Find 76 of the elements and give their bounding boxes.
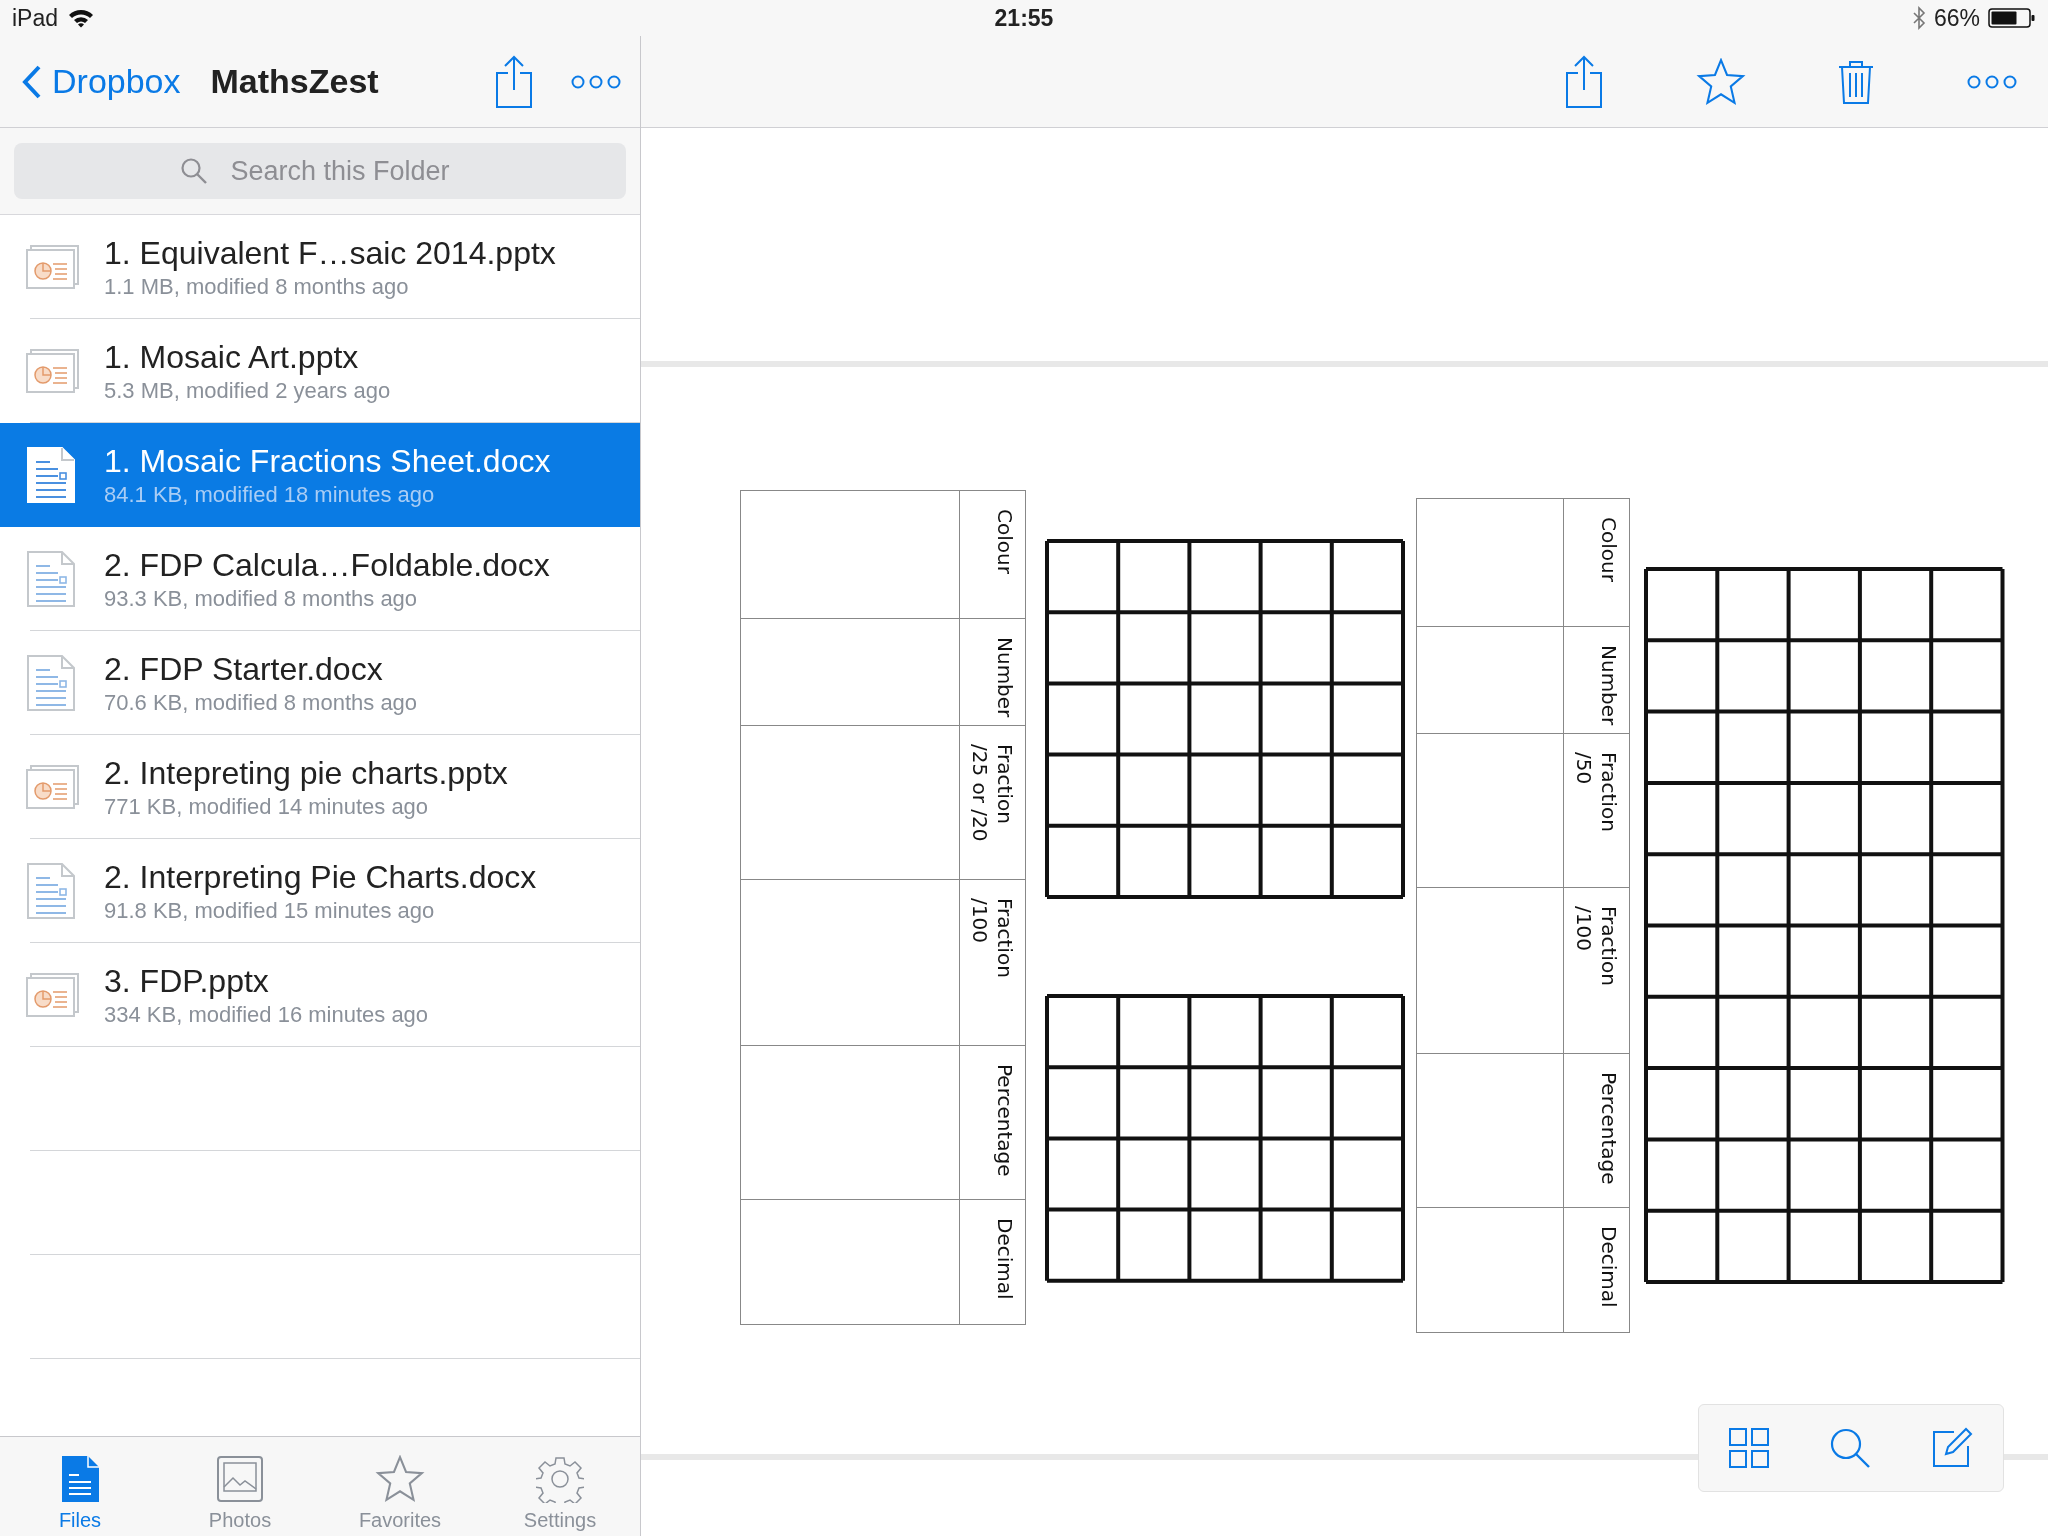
trash-icon xyxy=(1838,58,1874,105)
row-header: Fraction /100 xyxy=(1571,905,1622,988)
file-details: 1.1 MB, modified 8 months ago xyxy=(104,273,410,300)
more-button[interactable] xyxy=(570,73,622,90)
file-name: 3. FDP.pptx xyxy=(104,962,270,1000)
file-item[interactable]: 2. Intepreting pie charts.pptx 771 KB, modified 14 minutes ago xyxy=(0,735,640,839)
file-details: 70.6 KB, modified 8 months ago xyxy=(104,689,419,716)
row-header: Number xyxy=(992,636,1018,720)
wifi-icon xyxy=(68,8,95,28)
file-details: 84.1 KB, modified 18 minutes ago xyxy=(104,481,436,508)
settings-icon xyxy=(536,1455,584,1503)
file-name: 2. FDP Calcula…Foldable.docx xyxy=(104,546,551,584)
carrier-name: iPad xyxy=(12,4,59,32)
more-icon xyxy=(1966,73,2018,90)
file-item[interactable]: 1. Equivalent F…saic 2014.pptx 1.1 MB, modified 8 months ago xyxy=(0,215,640,319)
row-header: Decimal xyxy=(992,1217,1018,1302)
search-field[interactable]: Search this Folder xyxy=(14,143,626,199)
presentation-file-icon xyxy=(26,764,80,810)
search-icon xyxy=(180,157,208,185)
more-icon xyxy=(570,73,622,90)
document-file-icon xyxy=(26,446,76,504)
presentation-file-icon xyxy=(26,972,80,1018)
file-name: 2. Intepreting pie charts.pptx xyxy=(104,754,509,792)
row-header: Number xyxy=(1596,644,1622,728)
file-item[interactable]: 2. Interpreting Pie Charts.docx 91.8 KB, modified 15 minutes ago xyxy=(0,839,640,943)
bluetooth-icon xyxy=(1911,6,1926,30)
file-item[interactable]: 1. Mosaic Fractions Sheet.docx 84.1 KB, modified 18 minutes ago xyxy=(0,423,640,527)
battery-icon xyxy=(1988,7,2036,29)
search-icon xyxy=(1829,1427,1871,1469)
document-file-icon xyxy=(26,654,76,712)
tab[interactable]: Files xyxy=(0,1437,160,1536)
share-icon xyxy=(1564,54,1604,109)
file-name: 1. Mosaic Art.pptx xyxy=(104,338,360,376)
row-header: Colour xyxy=(1596,516,1622,584)
row-header: Decimal xyxy=(1596,1225,1622,1310)
file-details: 91.8 KB, modified 15 minutes ago xyxy=(104,897,436,924)
back-button[interactable]: Dropbox xyxy=(22,62,181,101)
file-name: 1. Mosaic Fractions Sheet.docx xyxy=(104,442,552,480)
delete-button[interactable] xyxy=(1838,58,1874,105)
chevron-left-icon xyxy=(22,63,42,100)
row-header: Fraction /100 xyxy=(967,897,1018,980)
thumbnails-button[interactable] xyxy=(1728,1427,1771,1469)
file-details: 93.3 KB, modified 8 months ago xyxy=(104,585,419,612)
row-header: Percentage xyxy=(1596,1071,1622,1187)
row-header: Colour xyxy=(992,508,1018,576)
photo-icon xyxy=(216,1455,264,1503)
file-item[interactable]: 3. FDP.pptx 334 KB, modified 16 minutes ago xyxy=(0,943,640,1047)
share-button[interactable] xyxy=(1564,54,1604,109)
presentation-file-icon xyxy=(26,348,80,394)
favorite-button[interactable] xyxy=(1696,57,1746,106)
star-icon xyxy=(375,1455,425,1503)
file-item[interactable]: 2. FDP Starter.docx 70.6 KB, modified 8 months ago xyxy=(0,631,640,735)
document-icon xyxy=(60,1455,100,1503)
row-header: Fraction /25 or /20 xyxy=(967,743,1018,844)
battery-percentage: 66% xyxy=(1933,4,1980,32)
file-name: 2. FDP Starter.docx xyxy=(104,650,384,688)
file-details: 771 KB, modified 14 minutes ago xyxy=(104,793,430,820)
file-item[interactable]: 2. FDP Calcula…Foldable.docx 93.3 KB, modified 8 months ago xyxy=(0,527,640,631)
share-button[interactable] xyxy=(494,54,534,109)
share-icon xyxy=(494,54,534,109)
document-file-icon xyxy=(26,550,76,608)
file-name: 1. Equivalent F…saic 2014.pptx xyxy=(104,234,557,272)
file-name: 2. Interpreting Pie Charts.docx xyxy=(104,858,538,896)
row-header: Fraction /50 xyxy=(1571,751,1622,834)
folder-title: MathsZest xyxy=(210,62,379,101)
search-button[interactable] xyxy=(1829,1427,1871,1469)
more-button[interactable] xyxy=(1966,73,2018,90)
grid-icon xyxy=(1728,1427,1771,1469)
document-file-icon xyxy=(26,862,76,920)
status-time: 21:55 xyxy=(994,4,1054,32)
row-header: Percentage xyxy=(992,1063,1018,1179)
file-item[interactable]: 1. Mosaic Art.pptx 5.3 MB, modified 2 years ago xyxy=(0,319,640,423)
star-icon xyxy=(1696,57,1746,106)
file-details: 5.3 MB, modified 2 years ago xyxy=(104,377,392,404)
file-details: 334 KB, modified 16 minutes ago xyxy=(104,1001,430,1028)
presentation-file-icon xyxy=(26,244,80,290)
